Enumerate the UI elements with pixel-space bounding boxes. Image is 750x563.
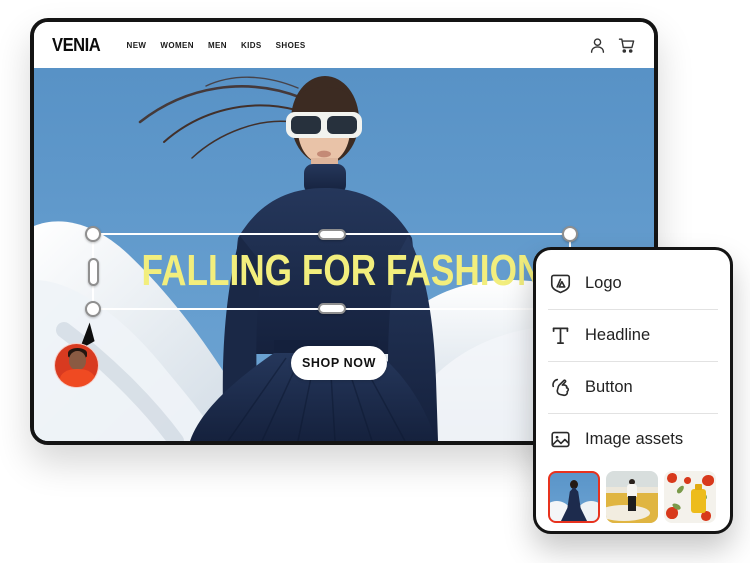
selection-handle-top[interactable] — [318, 229, 346, 240]
selection-handle-left[interactable] — [88, 258, 99, 286]
brand-logo[interactable]: VENIA — [52, 35, 100, 56]
logo-icon — [548, 272, 572, 296]
hero-model-thumbnail[interactable] — [548, 471, 600, 523]
nav-item-women[interactable]: WOMEN — [160, 41, 194, 50]
panel-item-logo[interactable]: Logo — [548, 258, 718, 309]
panel-label-button: Button — [585, 378, 633, 397]
button-icon — [548, 376, 572, 400]
nav-item-kids[interactable]: KIDS — [241, 41, 262, 50]
cart-icon[interactable] — [618, 37, 636, 54]
selection-handle-top-right[interactable] — [562, 226, 578, 242]
hero-headline[interactable]: FALLING FOR FASHION — [142, 246, 522, 296]
collaborator-avatar[interactable] — [54, 343, 99, 388]
flowers-perfume-thumbnail[interactable] — [664, 471, 716, 523]
stage: VENIA NEW WOMEN MEN KIDS SHOES — [0, 0, 750, 563]
selection-handle-bottom[interactable] — [318, 303, 346, 314]
avatar-face — [69, 351, 86, 370]
panel-item-image-assets[interactable]: Image assets — [548, 414, 718, 465]
panel-label-headline: Headline — [585, 326, 650, 345]
panel-item-headline[interactable]: Headline — [548, 310, 718, 361]
image-asset-thumbnails — [548, 471, 718, 523]
avatar-shirt — [60, 369, 95, 388]
nav-item-new[interactable]: NEW — [127, 41, 147, 50]
header-icons — [589, 37, 636, 54]
panel-label-image-assets: Image assets — [585, 430, 683, 449]
panel-item-button[interactable]: Button — [548, 362, 718, 413]
image-assets-icon — [548, 428, 572, 452]
pool-scene-thumbnail[interactable] — [606, 471, 658, 523]
headline-icon — [548, 324, 572, 348]
selection-handle-bottom-left[interactable] — [85, 301, 101, 317]
main-nav: NEW WOMEN MEN KIDS SHOES — [127, 41, 306, 50]
account-icon[interactable] — [589, 37, 606, 54]
nav-item-shoes[interactable]: SHOES — [276, 41, 306, 50]
site-header: VENIA NEW WOMEN MEN KIDS SHOES — [34, 22, 654, 68]
panel-label-logo: Logo — [585, 274, 622, 293]
nav-item-men[interactable]: MEN — [208, 41, 227, 50]
assets-panel: Logo Headline Button — [533, 247, 733, 534]
shop-now-button[interactable]: SHOP NOW — [291, 346, 387, 380]
headline-selection-box[interactable]: FALLING FOR FASHION — [92, 233, 571, 310]
selection-handle-top-left[interactable] — [85, 226, 101, 242]
